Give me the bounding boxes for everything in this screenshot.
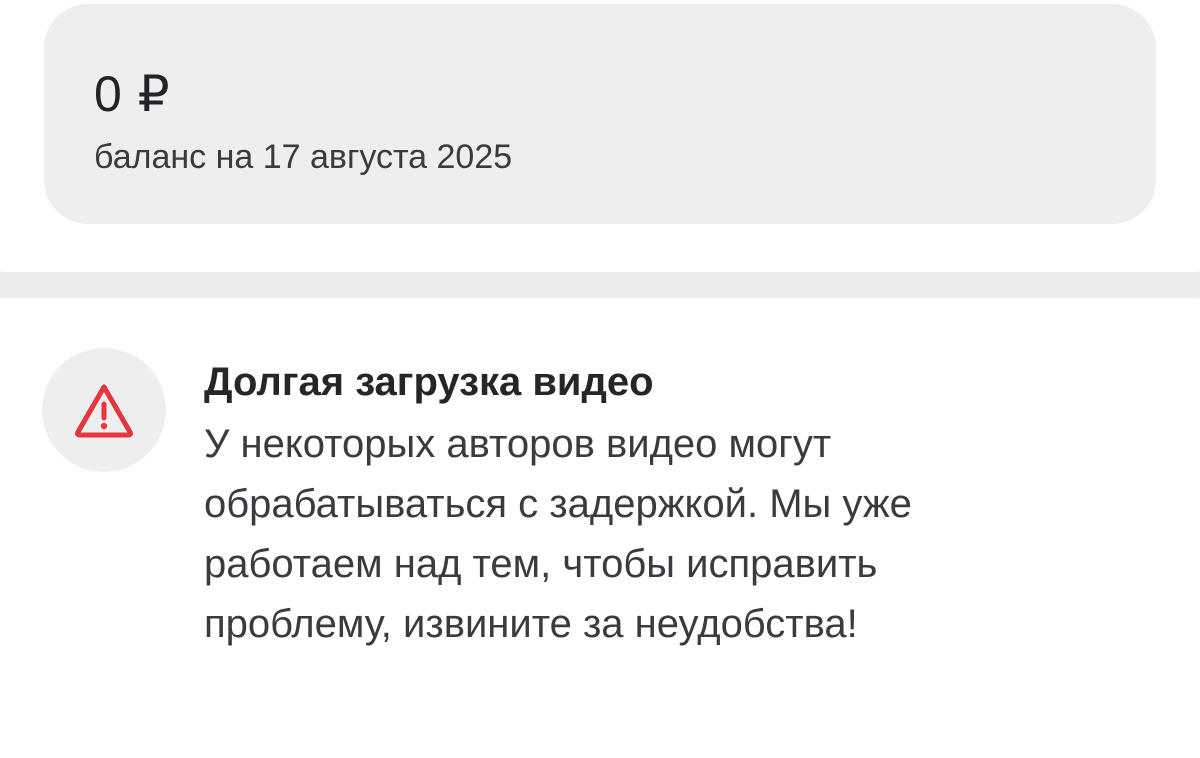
- notice-body-line: проблему, извините за неудобства!: [204, 602, 858, 646]
- notice-title: Долгая загрузка видео: [204, 360, 654, 404]
- notice-body: У некоторых авторов видео могут обрабаты…: [204, 414, 1084, 654]
- balance-date-label: баланс на 17 августа 2025: [94, 138, 513, 176]
- balance-amount: 0 ₽: [94, 66, 171, 122]
- notice-body-line: обрабатываться с задержкой. Мы уже: [204, 482, 912, 526]
- notice-body-line: работаем над тем, чтобы исправить: [204, 542, 878, 586]
- notice-body-line: У некоторых авторов видео могут: [204, 422, 832, 466]
- balance-card[interactable]: 0 ₽ баланс на 17 августа 2025: [44, 4, 1156, 224]
- warning-icon: [75, 384, 133, 438]
- warning-icon-badge: [42, 348, 166, 472]
